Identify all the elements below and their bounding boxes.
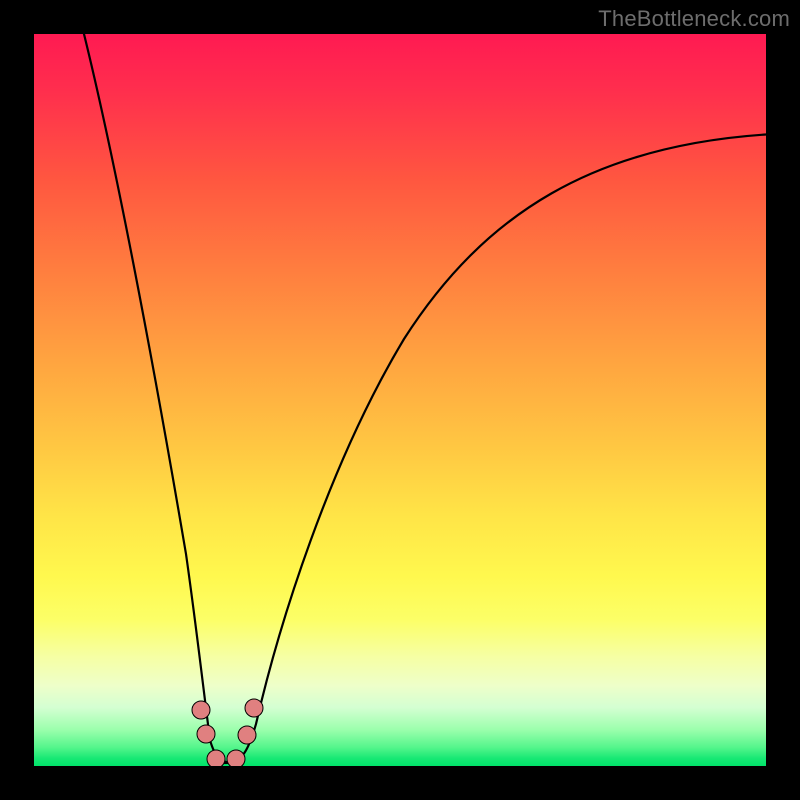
chart-frame: TheBottleneck.com xyxy=(0,0,800,800)
watermark-text: TheBottleneck.com xyxy=(598,6,790,32)
marker-left-lower xyxy=(197,725,215,743)
marker-left-upper xyxy=(192,701,210,719)
marker-right-upper xyxy=(245,699,263,717)
marker-mid-right xyxy=(227,750,245,766)
bottleneck-curve xyxy=(82,34,766,762)
curve-layer xyxy=(34,34,766,766)
marker-mid-left xyxy=(207,750,225,766)
marker-group xyxy=(192,699,263,766)
plot-area xyxy=(34,34,766,766)
marker-right-lower xyxy=(238,726,256,744)
